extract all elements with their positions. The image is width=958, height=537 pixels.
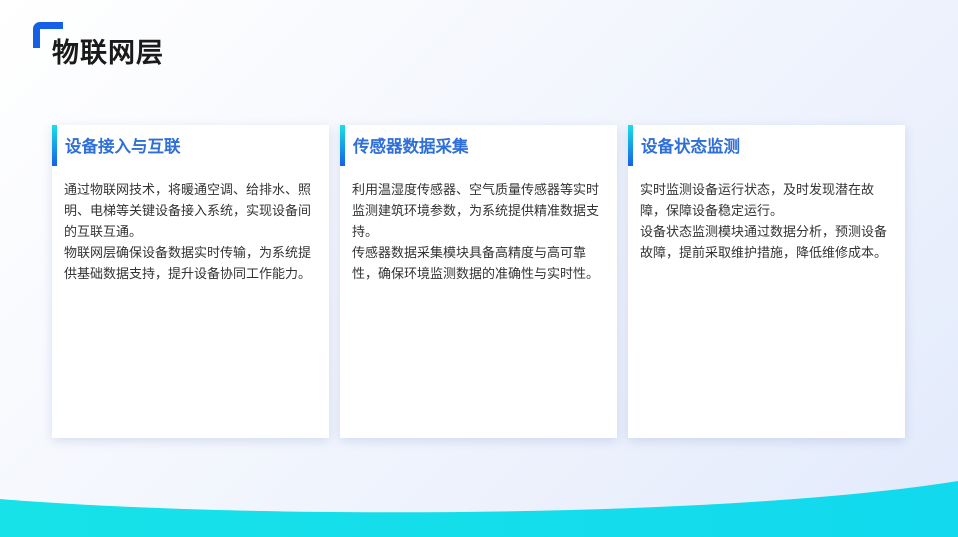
card-body: 利用温湿度传感器、空气质量传感器等实时监测建筑环境参数，为系统提供精准数据支持。…	[352, 180, 608, 285]
card-paragraph: 传感器数据采集模块具备高精度与高可靠性，确保环境监测数据的准确性与实时性。	[352, 246, 600, 282]
card-paragraph: 利用温湿度传感器、空气质量传感器等实时监测建筑环境参数，为系统提供精准数据支持。	[352, 183, 600, 240]
card-device-monitoring: 设备状态监测 实时监测设备运行状态，及时发现潜在故障，保障设备稳定运行。 设备状…	[628, 125, 905, 438]
card-paragraph: 设备状态监测模块通过数据分析，预测设备故障，提前采取维护措施，降低维修成本。	[640, 225, 888, 261]
card-accent-bar	[628, 125, 633, 166]
card-title: 传感器数据采集	[353, 137, 469, 156]
card-body: 实时监测设备运行状态，及时发现潜在故障，保障设备稳定运行。 设备状态监测模块通过…	[640, 180, 896, 264]
card-accent-bar	[340, 125, 345, 166]
card-paragraph: 通过物联网技术，将暖通空调、给排水、照明、电梯等关键设备接入系统，实现设备间的互…	[64, 183, 312, 240]
card-title: 设备状态监测	[641, 137, 740, 156]
bottom-wave-decoration	[0, 481, 958, 537]
card-accent-bar	[52, 125, 57, 166]
card-title: 设备接入与互联	[65, 137, 181, 156]
card-body: 通过物联网技术，将暖通空调、给排水、照明、电梯等关键设备接入系统，实现设备间的互…	[64, 180, 320, 285]
card-paragraph: 物联网层确保设备数据实时传输，为系统提供基础数据支持，提升设备协同工作能力。	[64, 246, 312, 282]
card-sensor-collection: 传感器数据采集 利用温湿度传感器、空气质量传感器等实时监测建筑环境参数，为系统提…	[340, 125, 617, 438]
page-title: 物联网层	[52, 38, 164, 69]
card-device-access: 设备接入与互联 通过物联网技术，将暖通空调、给排水、照明、电梯等关键设备接入系统…	[52, 125, 329, 438]
card-paragraph: 实时监测设备运行状态，及时发现潜在故障，保障设备稳定运行。	[640, 183, 875, 219]
